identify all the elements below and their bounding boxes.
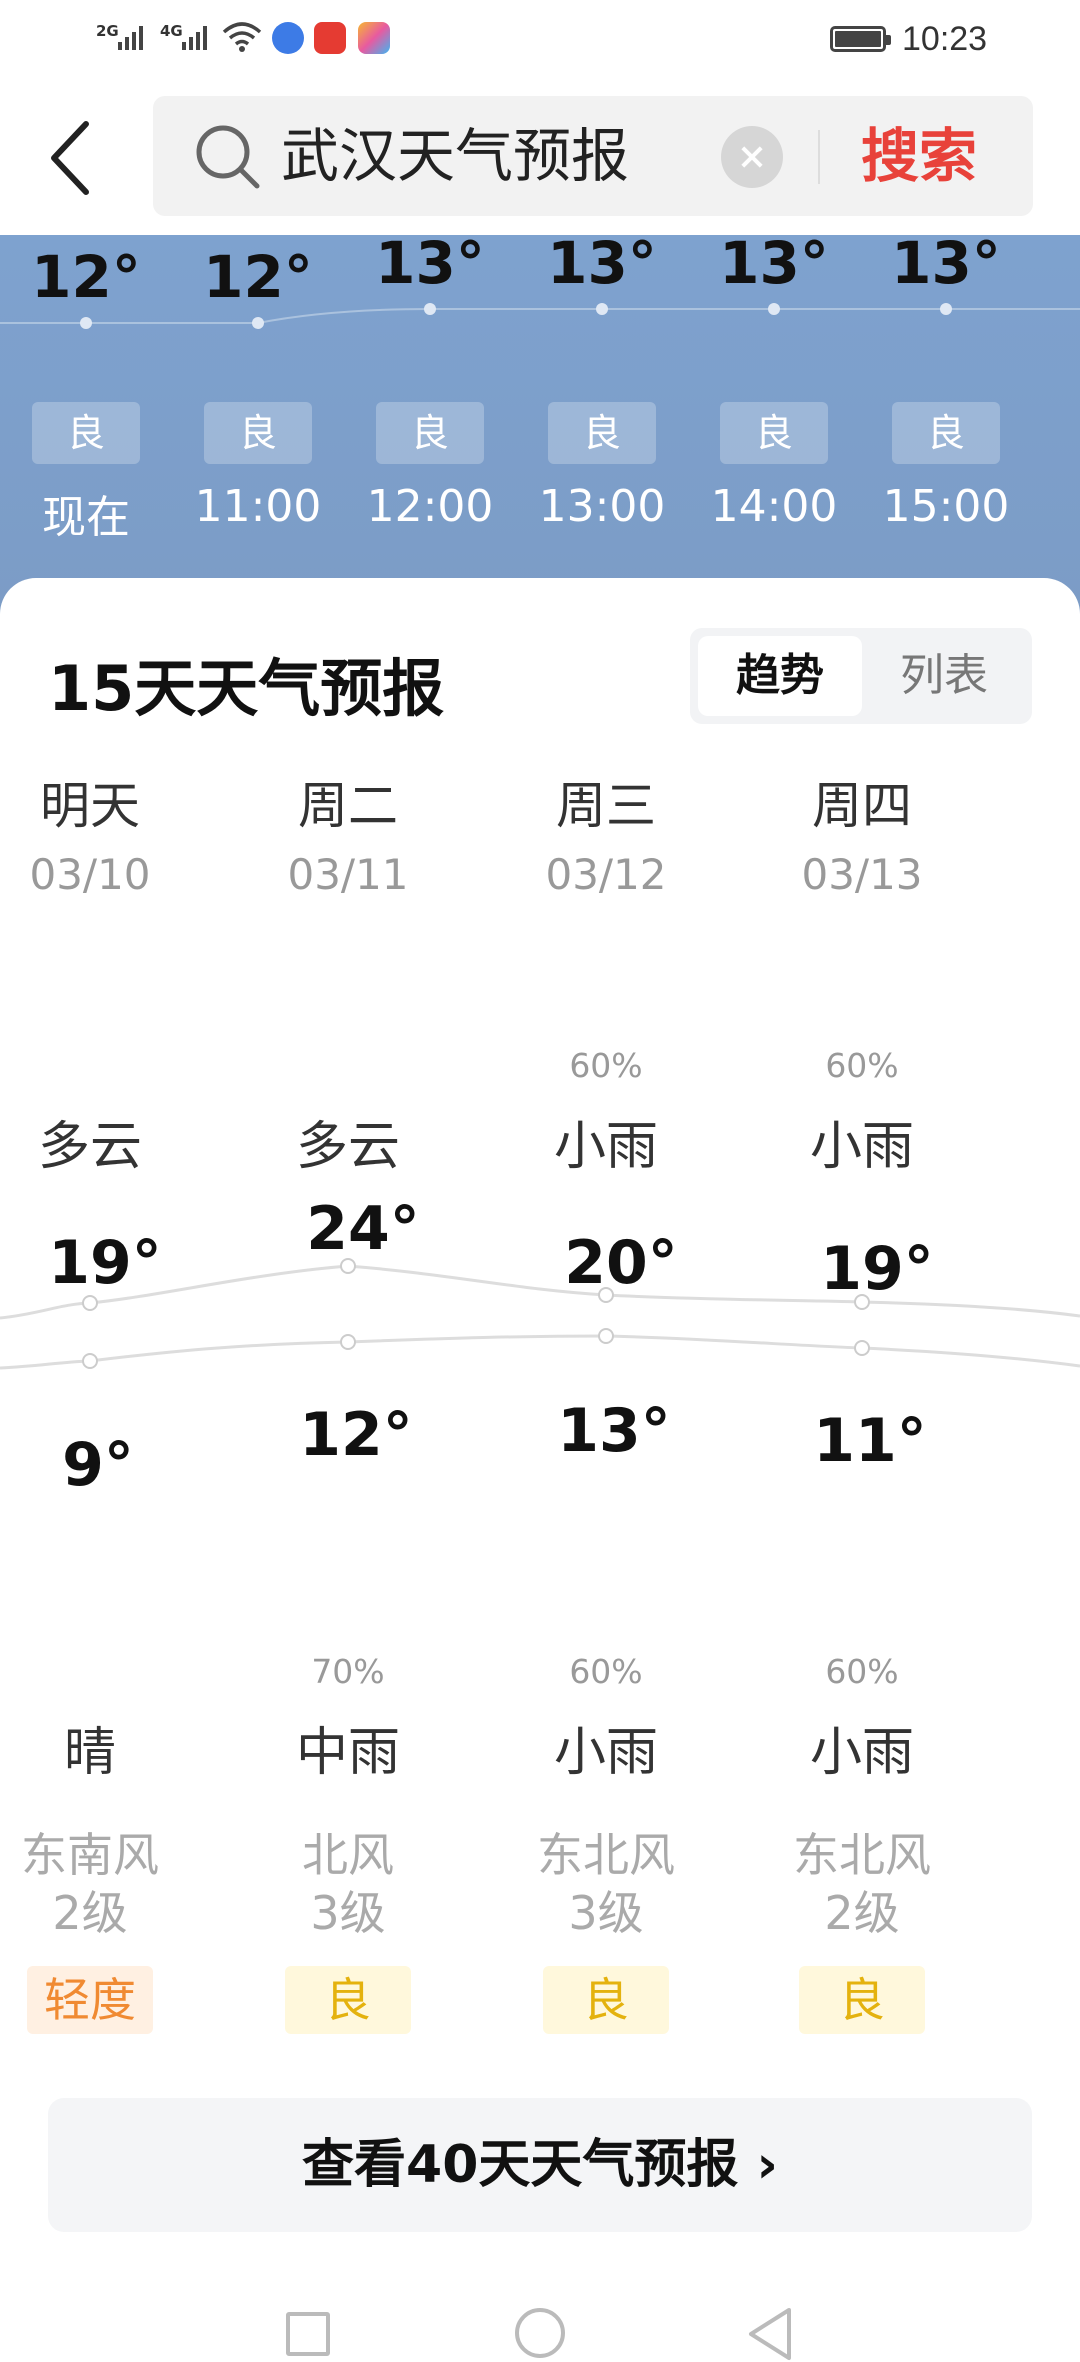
- day-date: 03/11: [287, 850, 409, 899]
- high-temp: 24°: [306, 1194, 420, 1264]
- hourly-forecast[interactable]: 12° 良现在 12° 良 11:00 13° 良 12:00 13° 良 13:00 13° 良 14:…: [0, 229, 1080, 615]
- day-precip-chance: 60%: [569, 1046, 643, 1085]
- hourly-temp-dot: [940, 303, 952, 315]
- hourly-temp: 12°: [31, 243, 141, 311]
- search-header: 武汉天气预报 搜索: [0, 80, 1080, 235]
- day-name: 周二: [298, 777, 398, 835]
- hourly-temp-dot: [80, 317, 92, 329]
- night-precip-chance: 70%: [311, 1652, 385, 1691]
- hourly-time-label: 13:00: [538, 481, 666, 532]
- day-condition: 多云: [37, 1117, 142, 1177]
- store-icon: [358, 22, 390, 54]
- hourly-time-label: 15:00: [882, 481, 1010, 532]
- toutiao-icon: [314, 22, 346, 54]
- network-type-2: 4G: [160, 22, 183, 40]
- hourly-temp: 13°: [719, 229, 829, 297]
- wind-direction: 北风: [302, 1828, 394, 1882]
- aqi-badge: 轻度: [27, 1966, 153, 2034]
- night-condition: 中雨: [295, 1723, 400, 1783]
- hourly-aqi-badge: 良: [32, 402, 140, 464]
- hourly-temp-dot: [424, 303, 436, 315]
- clock: 10:23: [902, 20, 988, 58]
- low-temp: 13°: [557, 1396, 671, 1466]
- wind-level: 2级: [52, 1886, 128, 1940]
- hourly-temp: 13°: [375, 229, 485, 297]
- back-arrow-icon[interactable]: [44, 118, 104, 198]
- wind-level: 3级: [310, 1886, 386, 1940]
- day-date: 03/12: [545, 850, 667, 899]
- night-precip-chance: 60%: [825, 1652, 899, 1691]
- network-type-1: 2G: [96, 22, 119, 40]
- recent-apps-icon[interactable]: [286, 2312, 330, 2356]
- wind-direction: 东南风: [21, 1828, 159, 1882]
- day-name: 明天: [40, 777, 140, 835]
- low-temp: 9°: [62, 1430, 134, 1500]
- night-condition: 晴: [63, 1723, 116, 1783]
- forecast-title: 15天天气预报: [48, 652, 445, 725]
- search-icon: [196, 125, 260, 189]
- hourly-temp-dot: [596, 303, 608, 315]
- wind-direction: 东北风: [537, 1828, 675, 1882]
- hourly-time-label: 现在: [42, 492, 130, 543]
- signal-1-icon: [118, 24, 143, 50]
- hourly-time-label: 11:00: [194, 481, 322, 532]
- hourly-temp-dot: [768, 303, 780, 315]
- system-nav-bar: [0, 2266, 1080, 2362]
- view-40-day-button[interactable]: 查看40天天气预报 ›: [48, 2098, 1032, 2232]
- status-bar: 2G 4G 10:23: [0, 0, 1080, 80]
- wind-level: 3级: [568, 1886, 644, 1940]
- back-icon[interactable]: [745, 2306, 795, 2362]
- night-condition: 小雨: [553, 1723, 658, 1783]
- view-toggle[interactable]: 趋势 列表: [690, 628, 1032, 724]
- clear-icon[interactable]: [721, 126, 783, 188]
- day-name: 周四: [812, 777, 912, 835]
- high-temp: 20°: [564, 1228, 678, 1298]
- wind-level: 2级: [824, 1886, 900, 1940]
- hourly-temp: 13°: [891, 229, 1001, 297]
- tab-trend[interactable]: 趋势: [698, 636, 862, 716]
- forecast-card: 15天天气预报 趋势 列表 明天 03/10 多云晴东南风 2级 19° 9° 轻度 周二 03…: [0, 578, 1080, 2362]
- day-precip-chance: 60%: [825, 1046, 899, 1085]
- day-date: 03/10: [29, 850, 151, 899]
- hourly-aqi-badge: 良: [548, 402, 656, 464]
- home-icon[interactable]: [515, 2308, 565, 2358]
- hourly-temp: 12°: [203, 243, 313, 311]
- music-icon: [272, 22, 304, 54]
- hourly-temp: 13°: [547, 229, 657, 297]
- night-condition: 小雨: [809, 1723, 914, 1783]
- battery-icon: [830, 26, 891, 52]
- aqi-badge: 良: [285, 1966, 411, 2034]
- hourly-temp-dot: [252, 317, 264, 329]
- high-temp: 19°: [820, 1234, 934, 1304]
- search-box[interactable]: 武汉天气预报 搜索: [153, 96, 1033, 216]
- hourly-aqi-badge: 良: [720, 402, 828, 464]
- search-button[interactable]: 搜索: [861, 118, 977, 194]
- wifi-icon: [222, 22, 262, 52]
- hourly-time-label: 14:00: [710, 481, 838, 532]
- divider: [818, 130, 820, 184]
- aqi-badge: 良: [543, 1966, 669, 2034]
- aqi-badge: 良: [799, 1966, 925, 2034]
- search-input[interactable]: 武汉天气预报: [281, 118, 629, 194]
- tab-list[interactable]: 列表: [862, 636, 1026, 716]
- low-temp: 11°: [813, 1406, 927, 1476]
- hourly-aqi-badge: 良: [204, 402, 312, 464]
- day-condition: 小雨: [809, 1117, 914, 1177]
- hourly-aqi-badge: 良: [376, 402, 484, 464]
- day-name: 周三: [556, 777, 656, 835]
- wind-direction: 东北风: [793, 1828, 931, 1882]
- low-temp: 12°: [299, 1400, 413, 1470]
- night-precip-chance: 60%: [569, 1652, 643, 1691]
- day-condition: 多云: [295, 1117, 400, 1177]
- day-condition: 小雨: [553, 1117, 658, 1177]
- day-date: 03/13: [801, 850, 923, 899]
- signal-2-icon: [182, 24, 207, 50]
- hourly-time-label: 12:00: [366, 481, 494, 532]
- hourly-aqi-badge: 良: [892, 402, 1000, 464]
- high-temp: 19°: [48, 1228, 162, 1298]
